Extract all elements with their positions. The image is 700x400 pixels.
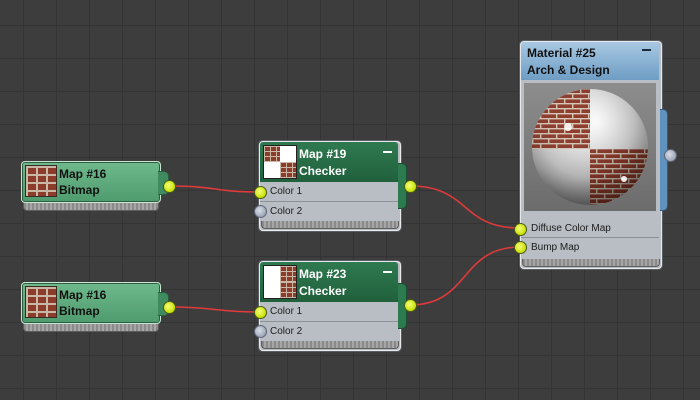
slot-bump-map[interactable]: Bump Map	[521, 237, 659, 257]
input-socket-color-2[interactable]	[254, 325, 267, 338]
node-footer-strip	[23, 324, 159, 332]
slot-color-1[interactable]: Color 1	[260, 182, 398, 201]
slot-label: Diffuse Color Map	[531, 223, 611, 234]
slot-label: Color 1	[270, 306, 303, 317]
wire-bitmap-bottom-to-checker-bottom	[169, 306, 261, 313]
checker-node-bottom[interactable]: Map #23 Checker Color 1 Color 2	[254, 261, 417, 361]
minimize-icon[interactable]	[383, 151, 392, 153]
node-title: Map #16	[59, 288, 107, 302]
node-footer-strip	[261, 221, 399, 229]
node-title: Map #16	[59, 167, 107, 181]
checker-thumbnail-icon	[263, 265, 297, 299]
output-socket[interactable]	[404, 299, 417, 312]
minimize-icon[interactable]	[642, 49, 651, 51]
input-socket-color-1[interactable]	[254, 186, 267, 199]
slot-color-2[interactable]: Color 2	[260, 201, 398, 221]
input-socket-color-1[interactable]	[254, 306, 267, 319]
node-footer-strip	[23, 203, 159, 211]
material-preview-sphere-icon	[524, 83, 656, 211]
slot-label: Color 2	[270, 326, 303, 337]
slot-diffuse-color-map[interactable]: Diffuse Color Map	[521, 219, 659, 238]
node-subtitle: Checker	[299, 284, 347, 298]
slot-color-1[interactable]: Color 1	[260, 302, 398, 321]
output-socket[interactable]	[163, 301, 176, 314]
node-footer-strip	[261, 341, 399, 349]
input-socket-bump[interactable]	[514, 241, 527, 254]
node-subtitle: Arch & Design	[527, 63, 610, 77]
output-socket[interactable]	[664, 149, 677, 162]
node-title: Material #25	[527, 46, 596, 60]
node-subtitle: Checker	[299, 164, 347, 178]
slot-label: Color 1	[270, 186, 303, 197]
slot-label: Bump Map	[531, 242, 580, 253]
slot-label: Color 2	[270, 206, 303, 217]
output-socket[interactable]	[163, 180, 176, 193]
wire-bitmap-top-to-checker-top	[169, 185, 261, 193]
minimize-icon[interactable]	[383, 271, 392, 273]
input-socket-diffuse[interactable]	[514, 223, 527, 236]
input-socket-color-2[interactable]	[254, 205, 267, 218]
brick-thumbnail-icon	[25, 165, 57, 197]
node-footer-strip	[522, 259, 660, 267]
brick-thumbnail-icon	[25, 286, 57, 318]
wire-checker-bottom-to-bump	[409, 246, 521, 306]
wire-checker-top-to-diffuse	[409, 185, 521, 229]
checker-thumbnail-icon	[263, 145, 297, 179]
material-node[interactable]: Material #25 Arch & Design Diffuse Color…	[514, 41, 680, 273]
output-socket[interactable]	[404, 180, 417, 193]
node-subtitle: Bitmap	[59, 183, 100, 197]
slot-color-2[interactable]: Color 2	[260, 321, 398, 341]
node-subtitle: Bitmap	[59, 304, 100, 318]
checker-node-top[interactable]: Map #19 Checker Color 1 Color 2	[254, 141, 417, 241]
node-title: Map #23	[299, 267, 347, 281]
bitmap-node-top[interactable]: Map #16 Bitmap	[21, 161, 176, 216]
bitmap-node-bottom[interactable]: Map #16 Bitmap	[21, 282, 176, 337]
node-title: Map #19	[299, 147, 347, 161]
